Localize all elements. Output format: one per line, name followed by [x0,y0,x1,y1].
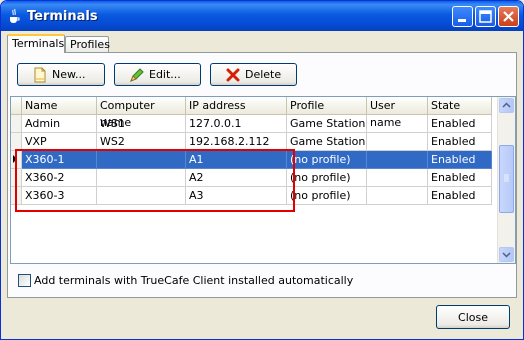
cell-name: X360-2 [22,169,97,187]
cell-user-name [367,151,428,169]
cell-profile: Game Station [287,115,367,133]
table-vertical-scrollbar[interactable] [497,97,515,263]
table-row[interactable]: VXP WS2 192.168.2.112 Game Station Enabl… [11,133,492,151]
title-bar[interactable]: Terminals [1,1,523,31]
row-gutter [11,133,22,151]
cell-user-name [367,169,428,187]
maximize-button[interactable] [475,6,496,27]
column-header-profile[interactable]: Profile [287,97,367,115]
red-x-icon [226,68,240,81]
cell-name: X360-1 [22,151,97,169]
cell-user-name [367,115,428,133]
delete-button-label: Delete [245,68,282,81]
maximize-icon [479,10,492,23]
new-button-label: New... [52,68,86,81]
grip-icon [504,174,509,182]
close-window-button[interactable] [498,6,519,27]
cell-ip-address: A3 [186,187,287,205]
close-icon [503,11,514,22]
row-gutter [11,187,22,205]
table-row-selected[interactable]: X360-1 A1 (no profile) Enabled [11,151,492,169]
close-button-label: Close [458,310,488,324]
row-gutter [11,151,22,169]
tab-profiles[interactable]: Profiles [65,36,110,52]
scroll-thumb[interactable] [499,145,514,213]
pencil-icon [130,67,144,82]
cell-user-name [367,187,428,205]
cell-ip-address: A1 [186,151,287,169]
edit-button[interactable]: Edit... [114,63,201,86]
table-row[interactable]: Admin WS1 127.0.0.1 Game Station Enabled [11,115,492,133]
scroll-up-arrow-icon [502,102,511,108]
column-header-computer-name[interactable]: Computer name [97,97,186,129]
cell-profile: (no profile) [287,151,367,169]
table-row[interactable]: X360-2 A2 (no profile) Enabled [11,169,492,187]
cell-state: Enabled [428,115,492,133]
terminals-window: Terminals Terminals Profiles New... Edit… [0,0,524,340]
cell-state: Enabled [428,187,492,205]
table-row[interactable]: X360-3 A3 (no profile) Enabled [11,187,492,205]
close-button[interactable]: Close [436,305,510,329]
scroll-down-arrow-icon [502,252,511,258]
new-document-icon [34,67,46,82]
column-header-ip-address[interactable]: IP address [186,97,287,115]
cell-profile: (no profile) [287,187,367,205]
cell-computer-name: WS1 [97,115,186,133]
cell-computer-name: WS2 [97,133,186,151]
cell-computer-name [97,151,186,169]
column-header-state[interactable]: State [428,97,492,115]
row-gutter [11,169,22,187]
cell-user-name [367,133,428,151]
edit-button-label: Edit... [149,68,181,81]
row-gutter [11,115,22,133]
cell-state: Enabled [428,133,492,151]
scroll-down-button[interactable] [499,247,514,262]
column-header-user-name[interactable]: User name [367,97,428,129]
cell-profile: Game Station [287,133,367,151]
cell-name: Admin [22,115,97,133]
row-header-corner [11,97,22,115]
tab-profiles-label: Profiles [70,38,110,51]
cell-profile: (no profile) [287,169,367,187]
cell-state: Enabled [428,151,492,169]
cell-state: Enabled [428,169,492,187]
cell-name: X360-3 [22,187,97,205]
minimize-icon [458,19,466,22]
cell-ip-address: 192.168.2.112 [186,133,287,151]
cell-computer-name [97,169,186,187]
terminals-table[interactable]: Name Computer name IP address Profile Us… [10,96,516,264]
java-cup-icon [7,8,21,24]
minimize-button[interactable] [452,6,473,27]
delete-button[interactable]: Delete [210,63,297,86]
window-title: Terminals [27,9,98,24]
tab-terminals-label: Terminals [12,37,65,50]
cell-ip-address: A2 [186,169,287,187]
scroll-up-button[interactable] [499,98,514,113]
tab-terminals[interactable]: Terminals [7,34,65,53]
auto-add-checkbox[interactable] [18,274,31,287]
current-row-arrow-icon [13,155,17,163]
cell-computer-name [97,187,186,205]
new-button[interactable]: New... [17,63,105,86]
column-header-name[interactable]: Name [22,97,97,115]
cell-name: VXP [22,133,97,151]
auto-add-label[interactable]: Add terminals with TrueCafe Client insta… [34,273,353,288]
cell-ip-address: 127.0.0.1 [186,115,287,133]
